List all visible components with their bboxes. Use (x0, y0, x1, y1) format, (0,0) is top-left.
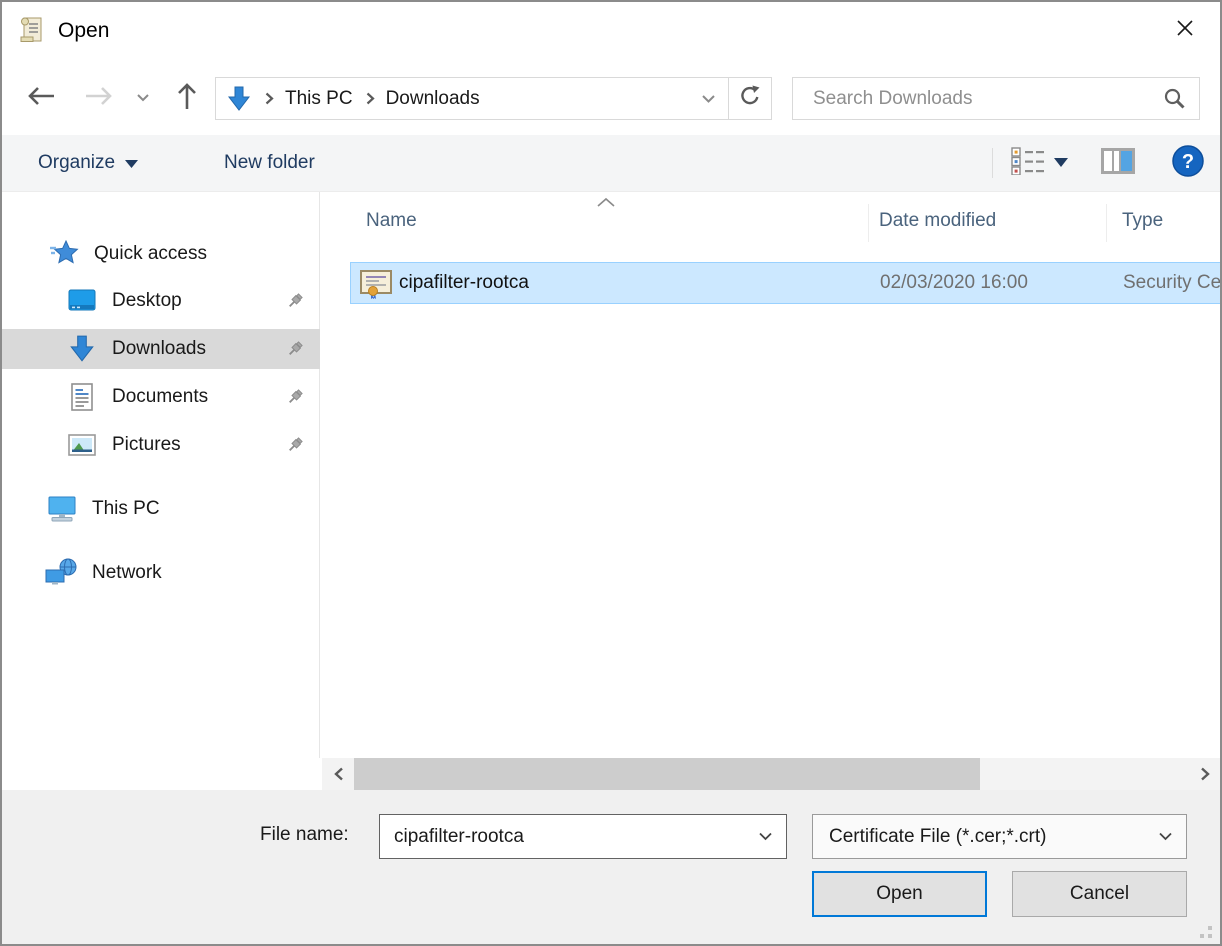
column-header-type[interactable]: Type (1122, 210, 1163, 232)
address-dropdown-chevron[interactable] (701, 94, 716, 104)
sidebar-item-desktop[interactable]: Desktop (2, 281, 320, 321)
pin-icon (286, 292, 304, 316)
downloads-icon (64, 334, 100, 364)
sidebar-item-label: Network (92, 562, 162, 584)
organize-label: Organize (38, 152, 115, 174)
network-icon (44, 558, 80, 588)
forward-arrow-icon (83, 84, 115, 113)
column-header-name[interactable]: Name (366, 210, 417, 232)
chevron-right-icon (365, 91, 376, 106)
chevron-down-icon[interactable] (744, 832, 786, 841)
file-name-combobox (379, 814, 787, 859)
file-row-cipafilter-rootca[interactable]: cipafilter-rootca 02/03/2020 16:00 Secur… (350, 262, 1222, 304)
help-button[interactable]: ? (1172, 145, 1204, 182)
sidebar-item-downloads[interactable]: Downloads (2, 329, 320, 369)
pin-icon (286, 436, 304, 460)
sidebar-item-quick-access[interactable]: Quick access (2, 234, 320, 274)
chevron-down-icon (1054, 154, 1068, 172)
sort-ascending-icon (596, 194, 616, 212)
breadcrumb-this-pc[interactable]: This PC (285, 88, 353, 110)
sidebar-item-label: Documents (112, 386, 208, 408)
open-dialog: Open (0, 0, 1222, 946)
pin-icon (286, 340, 304, 364)
back-arrow-icon (25, 84, 57, 113)
file-type-dropdown[interactable]: Certificate File (*.cer;*.crt) (812, 814, 1187, 859)
column-divider[interactable] (1106, 204, 1107, 242)
list-view-icon (1011, 147, 1045, 180)
column-header-date-modified[interactable]: Date modified (879, 210, 996, 232)
scroll-icon (18, 15, 46, 50)
dialog-footer: File name: Certificate File (*.cer;*.crt… (2, 790, 1220, 944)
sidebar-item-label: Downloads (112, 338, 206, 360)
search-input[interactable] (793, 88, 1149, 110)
quick-access-star-icon (46, 240, 82, 268)
navigation-pane: Quick access Desktop (2, 192, 320, 758)
address-bar[interactable]: This PC Downloads (215, 77, 772, 120)
recent-locations-chevron[interactable] (130, 80, 156, 116)
dialog-title: Open (58, 19, 109, 43)
search-icon (1149, 87, 1199, 110)
view-options-button[interactable] (1011, 147, 1068, 180)
preview-pane-button[interactable] (1100, 146, 1136, 181)
new-folder-label: New folder (224, 152, 315, 174)
svg-text:?: ? (1182, 151, 1194, 173)
file-name-label: File name: (260, 824, 349, 846)
forward-button[interactable] (80, 80, 118, 116)
close-icon (1175, 18, 1195, 43)
refresh-button[interactable] (729, 78, 771, 119)
this-pc-icon (44, 494, 80, 524)
scroll-right-icon[interactable] (1190, 758, 1220, 790)
sidebar-item-label: Quick access (94, 243, 207, 265)
command-bar: Organize New folder (2, 135, 1220, 192)
back-button[interactable] (22, 80, 60, 116)
chevron-down-icon (136, 89, 150, 107)
pictures-icon (64, 432, 100, 458)
chevron-down-icon (125, 152, 138, 174)
documents-icon (64, 382, 100, 412)
sidebar-item-label: Desktop (112, 290, 182, 312)
file-date-modified: 02/03/2020 16:00 (880, 272, 1028, 294)
horizontal-scrollbar[interactable] (322, 758, 1222, 790)
sidebar-item-network[interactable]: Network (2, 553, 320, 593)
column-divider[interactable] (868, 204, 869, 242)
pin-icon (286, 388, 304, 412)
resize-grip-icon[interactable] (1196, 922, 1212, 938)
chevron-down-icon (1144, 832, 1186, 841)
close-button[interactable] (1158, 8, 1212, 52)
sidebar-item-this-pc[interactable]: This PC (2, 489, 320, 529)
file-type: Security Certificate (1123, 272, 1222, 294)
sidebar-item-pictures[interactable]: Pictures (2, 425, 320, 465)
up-arrow-icon (175, 80, 199, 117)
new-folder-button[interactable]: New folder (224, 135, 315, 191)
chevron-right-icon (264, 91, 275, 106)
organize-button[interactable]: Organize (38, 135, 138, 191)
cancel-button[interactable]: Cancel (1012, 871, 1187, 917)
search-box (792, 77, 1200, 120)
certificate-icon (359, 268, 393, 304)
open-button[interactable]: Open (812, 871, 987, 917)
scrollbar-thumb[interactable] (354, 758, 980, 790)
divider (992, 148, 993, 178)
desktop-icon (64, 288, 100, 314)
sidebar-item-label: This PC (92, 498, 160, 520)
sidebar-item-documents[interactable]: Documents (2, 377, 320, 417)
scroll-left-icon[interactable] (324, 758, 354, 790)
help-icon: ? (1172, 145, 1204, 182)
breadcrumb-downloads[interactable]: Downloads (386, 88, 480, 110)
file-type-value: Certificate File (*.cer;*.crt) (813, 826, 1144, 848)
sidebar-item-label: Pictures (112, 434, 181, 456)
downloads-icon (226, 85, 252, 113)
file-name: cipafilter-rootca (399, 272, 529, 294)
preview-pane-icon (1100, 146, 1136, 181)
up-button[interactable] (168, 80, 206, 116)
refresh-icon (739, 85, 761, 112)
file-name-input[interactable] (380, 826, 744, 848)
